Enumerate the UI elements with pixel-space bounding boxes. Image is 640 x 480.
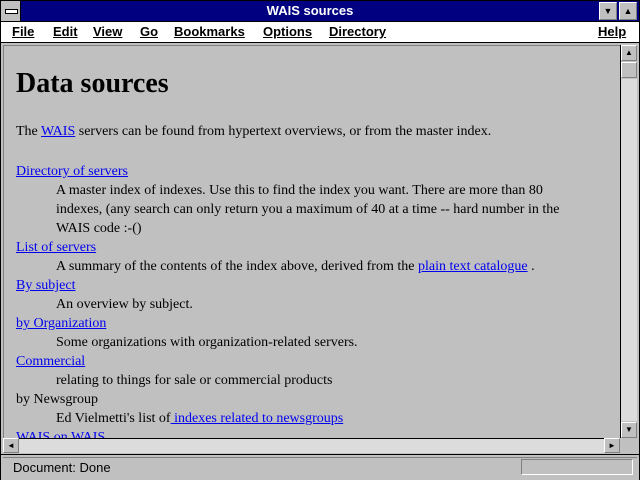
by-organization-desc: Some organizations with organization-rel…: [56, 335, 358, 350]
by-subject-link[interactable]: By subject: [16, 278, 76, 293]
menu-options-label: Options: [263, 24, 313, 39]
document-view: Data sources The WAIS servers can be fou…: [3, 45, 620, 439]
newsgroup-indexes-link[interactable]: indexes related to newsgroups: [171, 411, 343, 426]
list-desc-after: .: [527, 259, 535, 274]
vertical-scroll-track[interactable]: [621, 79, 637, 421]
list-of-servers-desc: A summary of the contents of the index a…: [56, 259, 535, 275]
by-organization-link[interactable]: by Organization: [16, 316, 106, 331]
commercial-link[interactable]: Commercial: [16, 354, 85, 369]
triangle-down-icon: ▼: [603, 6, 613, 16]
by-subject-desc: An overview by subject.: [56, 297, 193, 312]
commercial-desc: relating to things for sale or commercia…: [56, 373, 333, 388]
intro-paragraph: The WAIS servers can be found from hyper…: [16, 124, 491, 140]
maximize-button[interactable]: ▲: [619, 2, 637, 20]
menu-edit[interactable]: Edit: [53, 24, 78, 39]
scroll-down-button[interactable]: ▼: [621, 422, 637, 438]
arrow-right-icon: ►: [608, 441, 616, 450]
menu-view[interactable]: View: [93, 24, 122, 39]
scroll-left-button[interactable]: ◄: [3, 438, 19, 453]
system-menu-button[interactable]: [1, 1, 21, 21]
scrollbar-corner: [620, 438, 637, 453]
list-desc-before: A summary of the contents of the index a…: [56, 259, 418, 274]
menu-go[interactable]: Go: [140, 24, 158, 39]
menu-file-label: File: [12, 24, 35, 39]
arrow-up-icon: ▲: [625, 48, 633, 57]
plain-text-catalogue-link[interactable]: plain text catalogue: [418, 259, 528, 274]
horizontal-scrollbar[interactable]: ◄ ►: [3, 438, 620, 453]
page-heading: Data sources: [16, 68, 169, 99]
menu-help-label: Help: [598, 24, 627, 39]
scroll-right-button[interactable]: ►: [604, 438, 620, 453]
arrow-left-icon: ◄: [7, 441, 15, 450]
menu-directory-label: Directory: [329, 24, 387, 39]
menu-directory[interactable]: Directory: [329, 24, 386, 39]
menu-go-label: Go: [140, 24, 159, 39]
status-text: Document: Done: [13, 460, 111, 475]
menu-bookmarks[interactable]: Bookmarks: [174, 24, 245, 39]
directory-of-servers-link[interactable]: Directory of servers: [16, 164, 128, 179]
arrow-down-icon: ▼: [625, 425, 633, 434]
by-newsgroup-desc: Ed Vielmetti's list of indexes related t…: [56, 411, 343, 427]
entry-commercial: Commercial: [16, 354, 85, 370]
progress-indicator: [521, 459, 633, 475]
minimize-button[interactable]: ▼: [599, 2, 617, 20]
list-of-servers-link[interactable]: List of servers: [16, 240, 96, 255]
status-divider: [3, 457, 637, 458]
entry-by-subject: By subject: [16, 278, 76, 294]
system-menu-icon: [5, 9, 18, 14]
triangle-up-icon: ▲: [623, 6, 633, 16]
menu-bookmarks-label: Bookmarks: [174, 24, 245, 39]
vertical-scrollbar[interactable]: ▲ ▼: [620, 45, 637, 438]
menu-bar: File Edit View Go Bookmarks Options Dire…: [1, 22, 639, 43]
directory-desc-line-1: A master index of indexes. Use this to f…: [56, 183, 543, 198]
directory-desc-line-3: WAIS code :-(): [56, 221, 142, 236]
title-bar: WAIS sources ▼ ▲: [1, 1, 639, 22]
menu-view-label: View: [93, 24, 123, 39]
wais-link[interactable]: WAIS: [41, 124, 75, 139]
browser-window: WAIS sources ▼ ▲ File Edit View Go Bookm…: [0, 0, 640, 480]
scroll-up-button[interactable]: ▲: [621, 45, 637, 61]
window-title: WAIS sources: [266, 3, 354, 18]
menu-help[interactable]: Help: [598, 24, 626, 39]
status-bar: Document: Done: [1, 454, 639, 480]
menu-edit-label: Edit: [53, 24, 78, 39]
intro-text-after: servers can be found from hypertext over…: [75, 124, 492, 139]
entry-list-of-servers: List of servers: [16, 240, 96, 256]
entry-by-newsgroup: by Newsgroup: [16, 392, 99, 407]
intro-text-before: The: [16, 124, 42, 139]
newsgroup-desc-before: Ed Vielmetti's list of: [56, 411, 171, 426]
menu-options[interactable]: Options: [263, 24, 312, 39]
vertical-scroll-thumb[interactable]: [621, 62, 637, 78]
entry-directory-of-servers: Directory of servers: [16, 164, 128, 180]
directory-desc-line-2: indexes, (any search can only return you…: [56, 202, 560, 217]
menu-file[interactable]: File: [12, 24, 34, 39]
entry-by-organization: by Organization: [16, 316, 106, 332]
